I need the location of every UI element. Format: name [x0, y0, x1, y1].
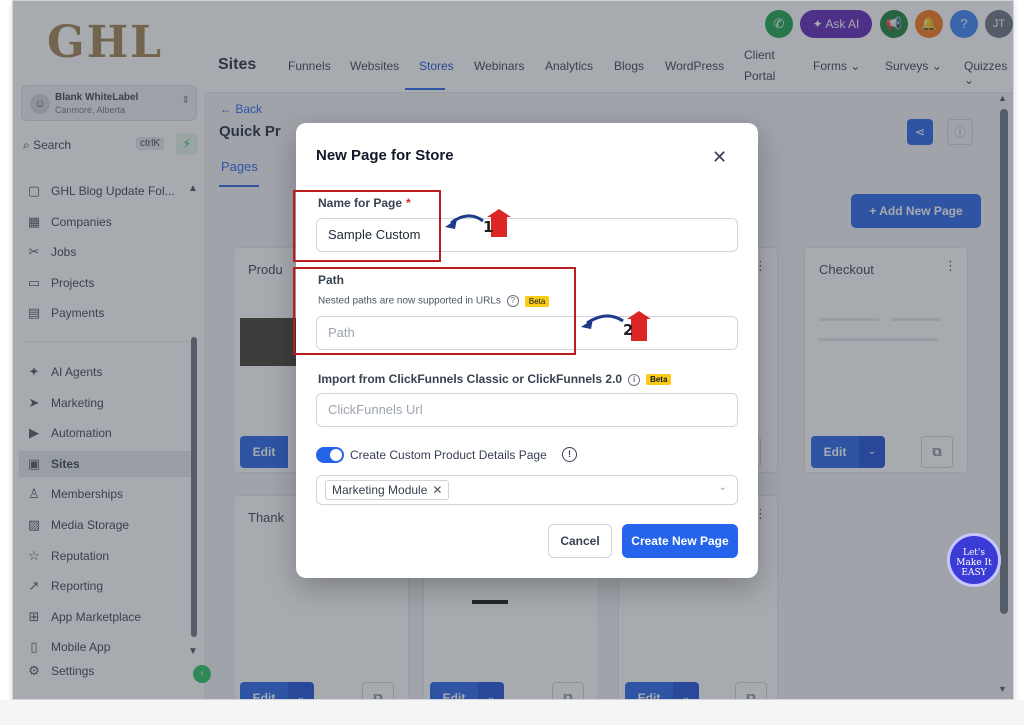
clickfunnels-url-input[interactable]: ClickFunnels Url: [316, 393, 738, 427]
toggle-label: Create Custom Product Details Page: [350, 448, 547, 462]
cancel-button[interactable]: Cancel: [548, 524, 612, 558]
annotation-number: 2: [623, 321, 634, 339]
import-label-text: Import from ClickFunnels Classic or Clic…: [318, 372, 623, 386]
annotation-number: 1: [483, 218, 494, 236]
chip-label: Marketing Module: [332, 483, 428, 497]
annotation-arrow-1: [445, 209, 511, 237]
lets-make-it-easy-badge: Let's Make It EASY: [947, 533, 1001, 587]
create-new-page-button[interactable]: Create New Page: [622, 524, 738, 558]
custom-product-details-toggle[interactable]: [316, 447, 344, 463]
module-select[interactable]: Marketing Module ✕ ⌄: [316, 475, 738, 505]
beta-badge: Beta: [646, 374, 672, 386]
highlight-box-path: [293, 267, 576, 355]
import-label: Import from ClickFunnels Classic or Clic…: [318, 372, 672, 386]
info-icon[interactable]: i: [628, 373, 641, 386]
annotation-arrow-2: [581, 311, 651, 341]
selected-chip: Marketing Module ✕: [325, 480, 450, 500]
page-bottom: [0, 700, 1024, 725]
modal-title: New Page for Store: [316, 147, 454, 164]
highlight-box-name: [293, 190, 441, 262]
chevron-down-icon: ⌄: [718, 482, 727, 493]
app-window: GHL ☺ Blank WhiteLabel Canmore, Alberta …: [12, 0, 1014, 700]
close-icon[interactable]: ✕: [712, 147, 727, 168]
info-icon[interactable]: !: [562, 447, 577, 462]
remove-chip-icon[interactable]: ✕: [432, 483, 442, 497]
